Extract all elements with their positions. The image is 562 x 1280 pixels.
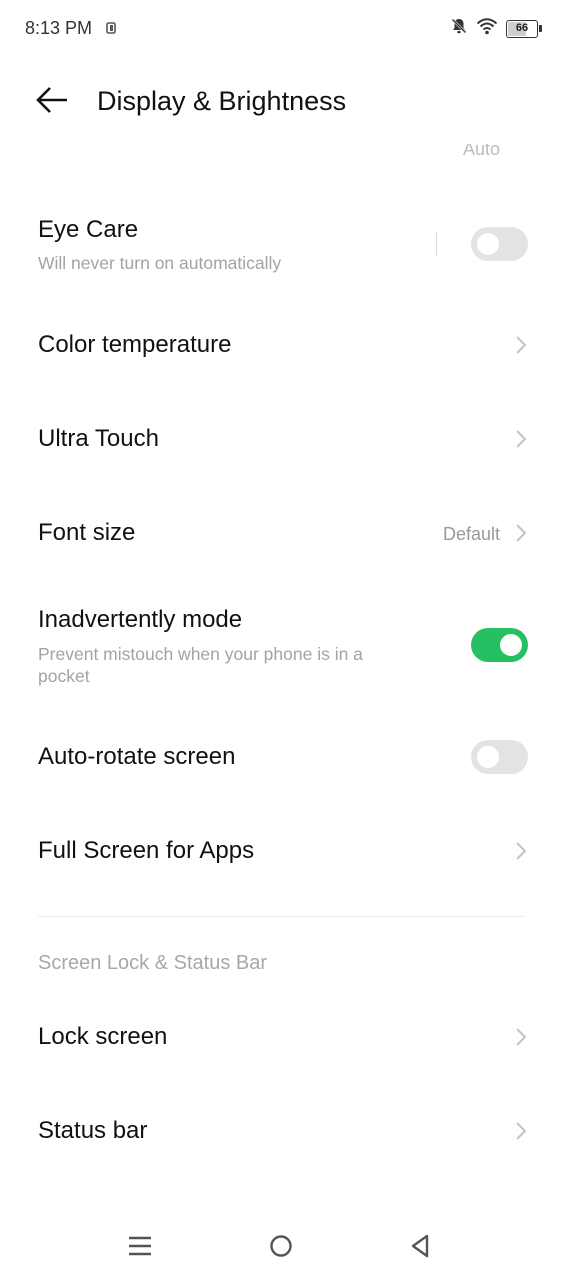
vertical-divider: [436, 232, 437, 256]
setting-inadvertently-mode[interactable]: Inadvertently mode Prevent mistouch when…: [0, 590, 562, 700]
setting-subtitle: Prevent mistouch when your phone is in a…: [38, 644, 363, 686]
inadvertently-mode-toggle[interactable]: [471, 628, 528, 662]
setting-title: Status bar: [38, 1117, 148, 1144]
setting-ultra-touch[interactable]: Ultra Touch: [0, 394, 562, 484]
chevron-right-icon: [516, 1028, 527, 1046]
setting-title: Ultra Touch: [38, 425, 159, 452]
navigation-bar: [0, 1216, 562, 1280]
status-icons: 66: [450, 17, 542, 40]
setting-auto-rotate[interactable]: Auto-rotate screen: [0, 712, 562, 802]
battery-percent: 66: [515, 21, 529, 34]
chevron-right-icon: [516, 430, 527, 448]
setting-title: Lock screen: [38, 1023, 168, 1050]
setting-title: Color temperature: [38, 331, 232, 358]
bell-off-icon: [450, 17, 468, 40]
chevron-right-icon: [516, 1122, 527, 1140]
status-time: 8:13 PM: [25, 18, 93, 38]
setting-title: Full Screen for Apps: [38, 837, 255, 864]
setting-status-bar[interactable]: Status bar: [0, 1086, 562, 1176]
battery-icon: 66: [506, 19, 542, 38]
chevron-right-icon: [516, 336, 527, 354]
toggle-knob: [500, 634, 522, 656]
toggle-knob: [477, 746, 499, 768]
home-button[interactable]: [257, 1224, 305, 1272]
wifi-icon: [476, 17, 498, 40]
setting-title: Auto-rotate screen: [38, 743, 236, 770]
setting-title: Eye Care: [38, 216, 139, 243]
arrow-left-icon: [35, 86, 69, 119]
back-triangle-icon: [409, 1234, 431, 1263]
section-divider: [38, 916, 524, 917]
page-title: Display & Brightness: [97, 86, 347, 116]
section-header: Screen Lock & Status Bar: [38, 952, 268, 974]
home-circle-icon: [269, 1234, 293, 1263]
back-button[interactable]: [28, 80, 76, 124]
auto-rotate-toggle[interactable]: [471, 740, 528, 774]
setting-title: Inadvertently mode: [38, 606, 243, 633]
clipped-previous-value: Auto: [462, 144, 500, 159]
app-header: Display & Brightness: [0, 70, 562, 134]
chevron-right-icon: [516, 842, 527, 860]
recents-button[interactable]: [116, 1224, 164, 1272]
setting-font-size[interactable]: Font size Default: [0, 488, 562, 578]
chevron-right-icon: [516, 524, 527, 542]
notification-app-icon: [106, 21, 118, 39]
eye-care-toggle[interactable]: [471, 227, 528, 261]
status-bar: 8:13 PM 66: [0, 0, 562, 58]
setting-subtitle: Will never turn on automatically: [38, 253, 282, 273]
setting-eye-care[interactable]: Eye Care Will never turn on automaticall…: [0, 200, 562, 290]
setting-value: Default: [442, 524, 500, 544]
menu-icon: [128, 1235, 152, 1262]
setting-full-screen-apps[interactable]: Full Screen for Apps: [0, 806, 562, 896]
setting-color-temperature[interactable]: Color temperature: [0, 300, 562, 390]
setting-lock-screen[interactable]: Lock screen: [0, 992, 562, 1082]
setting-title: Font size: [38, 519, 136, 546]
toggle-knob: [477, 233, 499, 255]
back-nav-button[interactable]: [396, 1224, 444, 1272]
